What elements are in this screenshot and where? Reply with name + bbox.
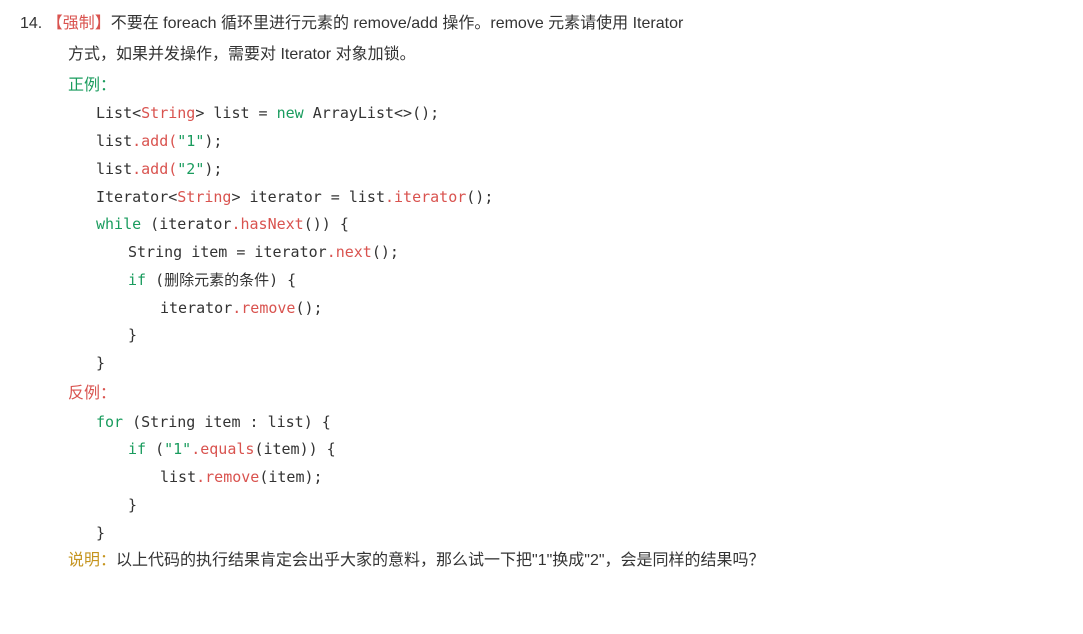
code-line: for (String item : list) { xyxy=(96,409,1063,437)
code-line: } xyxy=(96,350,1063,378)
explanation-text: 以上代码的执行结果肯定会出乎大家的意料，那么试一下把"1"换成"2"，会是同样的… xyxy=(116,552,765,569)
string-literal: "1" xyxy=(164,440,191,458)
code-line: } xyxy=(96,322,1063,350)
method-call: .add( xyxy=(132,132,177,150)
method-call: .iterator xyxy=(385,188,466,206)
code-line: Iterator<String> iterator = list.iterato… xyxy=(96,184,1063,212)
code-line: iterator.remove(); xyxy=(96,295,1063,323)
method-call: .next xyxy=(327,243,372,261)
string-literal: "2" xyxy=(177,160,204,178)
type-keyword: String xyxy=(141,104,195,122)
code-line: if (删除元素的条件) { xyxy=(96,267,1063,295)
method-call: .add( xyxy=(132,160,177,178)
code-line: List<String> list = new ArrayList<>(); xyxy=(96,100,1063,128)
if-keyword: if xyxy=(128,440,146,458)
method-call: .hasNext xyxy=(231,215,303,233)
for-keyword: for xyxy=(96,413,123,431)
code-line: } xyxy=(96,492,1063,520)
item-number: 14. xyxy=(20,15,42,32)
string-literal: "1" xyxy=(177,132,204,150)
code-line: String item = iterator.next(); xyxy=(96,239,1063,267)
rule-heading: 14. 【强制】不要在 foreach 循环里进行元素的 remove/add … xyxy=(20,10,1063,39)
code-line: list.add("1"); xyxy=(96,128,1063,156)
positive-code-block: List<String> list = new ArrayList<>(); l… xyxy=(68,100,1063,378)
method-call: .remove xyxy=(232,299,295,317)
rule-item: 14. 【强制】不要在 foreach 循环里进行元素的 remove/add … xyxy=(20,10,1063,576)
new-keyword: new xyxy=(277,104,304,122)
rule-content: 方式，如果并发操作，需要对 Iterator 对象加锁。 正例： List<St… xyxy=(20,41,1063,576)
code-line: } xyxy=(96,520,1063,548)
rule-text-line1: 不要在 foreach 循环里进行元素的 remove/add 操作。remov… xyxy=(111,15,684,32)
negative-code-block: for (String item : list) { if ("1".equal… xyxy=(68,409,1063,548)
code-line: list.remove(item); xyxy=(96,464,1063,492)
explanation-label: 说明： xyxy=(68,552,116,569)
code-line: if ("1".equals(item)) { xyxy=(96,436,1063,464)
if-keyword: if xyxy=(128,271,146,289)
method-call: .remove xyxy=(196,468,259,486)
negative-example-label: 反例： xyxy=(68,380,1063,409)
while-keyword: while xyxy=(96,215,141,233)
code-line: list.add("2"); xyxy=(96,156,1063,184)
method-call: .equals xyxy=(191,440,254,458)
type-keyword: String xyxy=(177,188,231,206)
mandatory-tag: 【强制】 xyxy=(47,15,111,32)
code-line: while (iterator.hasNext()) { xyxy=(96,211,1063,239)
rule-text-line2: 方式，如果并发操作，需要对 Iterator 对象加锁。 xyxy=(68,41,1063,70)
positive-example-label: 正例： xyxy=(68,72,1063,101)
explanation-line: 说明：以上代码的执行结果肯定会出乎大家的意料，那么试一下把"1"换成"2"，会是… xyxy=(68,547,1063,576)
